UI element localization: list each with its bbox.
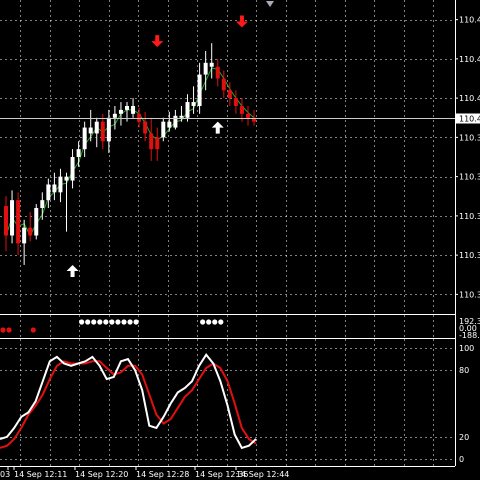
red-signal-dot	[30, 327, 36, 333]
candle-body	[106, 117, 111, 142]
candle-body	[94, 121, 99, 134]
price-tick-label: 110.4	[459, 55, 480, 64]
candle-body	[40, 200, 45, 209]
white-signal-dot	[212, 319, 218, 325]
candle-body	[125, 105, 129, 110]
time-tick-label: 14 Sep 12:44	[236, 470, 289, 479]
candle-body	[131, 105, 136, 114]
white-signal-dot	[200, 319, 206, 325]
candle-body	[161, 121, 166, 138]
candle-body	[239, 105, 244, 114]
white-signal-dot	[103, 319, 109, 325]
candle-body	[173, 115, 178, 128]
white-signal-dot	[85, 319, 91, 325]
trading-chart[interactable]: 110.4 110.4 110.4 110.3 110.3 110.3 110.3 110.3…	[0, 0, 480, 480]
time-tick-label: 03	[0, 470, 10, 479]
candle-body	[233, 98, 238, 106]
candle-body	[179, 115, 184, 118]
candle-body	[118, 109, 123, 114]
signal-axis-bottom: -188.5	[459, 331, 480, 340]
candle-body	[221, 78, 226, 91]
stochastic-tick-label: 80	[459, 366, 469, 375]
red-signal-dot	[6, 327, 12, 333]
candle-body	[52, 184, 57, 193]
candle-body	[149, 133, 154, 150]
candle-body	[191, 102, 196, 106]
white-signal-dot	[206, 319, 212, 325]
price-tick-label: 110.3	[459, 290, 480, 299]
current-price-tag: 110.4	[456, 113, 480, 124]
candle-body	[28, 227, 33, 236]
chart-background	[0, 0, 480, 480]
candle-body	[203, 62, 208, 75]
candle-body	[112, 113, 117, 118]
white-signal-dot	[109, 319, 115, 325]
candle-body	[197, 74, 202, 106]
candle-body	[100, 121, 105, 142]
candle-body	[34, 208, 39, 236]
candle-body	[10, 200, 15, 236]
candle-body	[16, 200, 21, 244]
candle-body	[227, 90, 232, 99]
stochastic-tick-label: 20	[459, 433, 469, 442]
current-price-label: 110.4	[459, 115, 480, 124]
price-tick-label: 110.4	[459, 94, 480, 103]
candle-body	[185, 102, 190, 118]
price-tick-label: 110.4	[459, 16, 480, 25]
candle-body	[137, 113, 142, 122]
time-tick-label: 14 Sep 12:28	[136, 470, 189, 479]
white-signal-dot	[91, 319, 97, 325]
white-signal-dot	[218, 319, 224, 325]
price-tick-label: 110.3	[459, 212, 480, 221]
candle-body	[155, 137, 160, 150]
candle-body	[22, 227, 27, 244]
candle-body	[82, 127, 87, 150]
stochastic-tick-label: 0	[459, 455, 464, 464]
candle-body	[209, 62, 214, 67]
candle-body	[246, 113, 250, 118]
candle-body	[143, 121, 148, 134]
candle-body	[64, 176, 69, 181]
white-signal-dot	[127, 319, 133, 325]
candle-body	[76, 149, 81, 157]
time-tick-label: 14 Sep 12:20	[75, 470, 128, 479]
candle-body	[58, 176, 63, 193]
price-tick-label: 110.3	[459, 133, 480, 142]
candle-body	[4, 206, 8, 236]
candle-body	[215, 66, 220, 79]
candle-body	[46, 184, 51, 201]
white-signal-dot	[97, 319, 103, 325]
price-tick-label: 110.3	[459, 173, 480, 182]
red-signal-dot	[0, 327, 6, 333]
time-tick-label: 14 Sep 12:11	[14, 470, 67, 479]
white-signal-dot	[79, 319, 85, 325]
white-signal-dot	[133, 319, 139, 325]
white-signal-dot	[115, 319, 121, 325]
white-signal-dot	[121, 319, 127, 325]
candle-body	[88, 127, 93, 134]
candle-body	[70, 157, 75, 181]
price-tick-label: 110.3	[459, 251, 480, 260]
candle-body	[167, 121, 172, 128]
stochastic-tick-label: 100	[459, 344, 474, 353]
